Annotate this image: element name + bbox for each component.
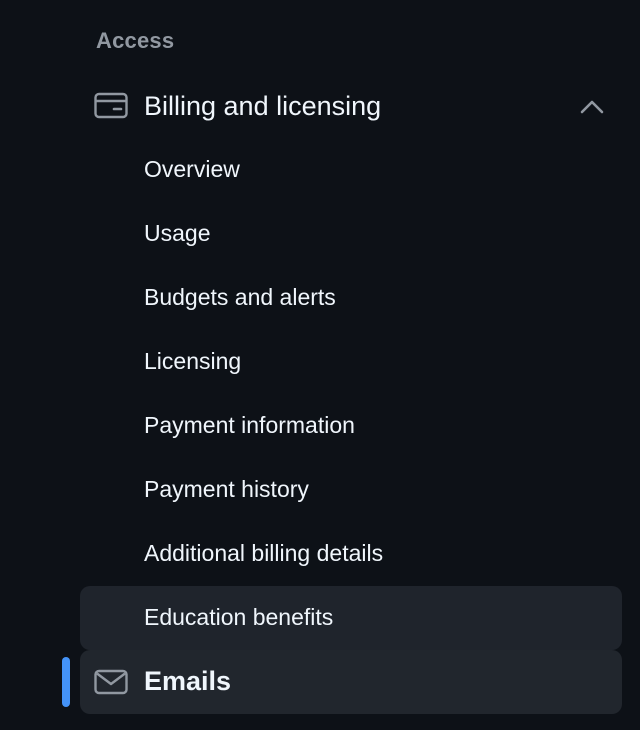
submenu-item-overview[interactable]: Overview xyxy=(80,138,622,202)
billing-and-licensing-toggle[interactable]: Billing and licensing xyxy=(80,74,622,138)
submenu-item-label: Education benefits xyxy=(144,604,334,630)
submenu-item-payment-information[interactable]: Payment information xyxy=(80,394,622,458)
sidebar-item-label: Emails xyxy=(144,666,232,696)
mail-icon xyxy=(94,668,128,696)
submenu-item-usage[interactable]: Usage xyxy=(80,202,622,266)
submenu-item-label: Additional billing details xyxy=(144,540,384,566)
sidebar-item-emails[interactable]: Emails xyxy=(80,650,622,714)
submenu-item-additional-billing-details[interactable]: Additional billing details xyxy=(80,522,622,586)
submenu-item-label: Payment information xyxy=(144,412,355,438)
chevron-up-icon[interactable] xyxy=(578,94,606,118)
submenu-item-label: Usage xyxy=(144,220,211,246)
section-heading-access: Access xyxy=(96,28,175,53)
submenu-item-label: Overview xyxy=(144,156,240,182)
billing-and-licensing-label: Billing and licensing xyxy=(144,91,382,121)
submenu-item-payment-history[interactable]: Payment history xyxy=(80,458,622,522)
submenu-item-label: Budgets and alerts xyxy=(144,284,336,310)
submenu-item-licensing[interactable]: Licensing xyxy=(80,330,622,394)
active-item-indicator xyxy=(62,657,70,707)
submenu-item-label: Licensing xyxy=(144,348,242,374)
billing-submenu: Overview Usage Budgets and alerts Licens… xyxy=(80,138,622,650)
submenu-item-label: Payment history xyxy=(144,476,309,502)
submenu-item-education-benefits[interactable]: Education benefits xyxy=(80,586,622,650)
submenu-item-budgets-and-alerts[interactable]: Budgets and alerts xyxy=(80,266,622,330)
credit-card-icon xyxy=(94,92,128,120)
